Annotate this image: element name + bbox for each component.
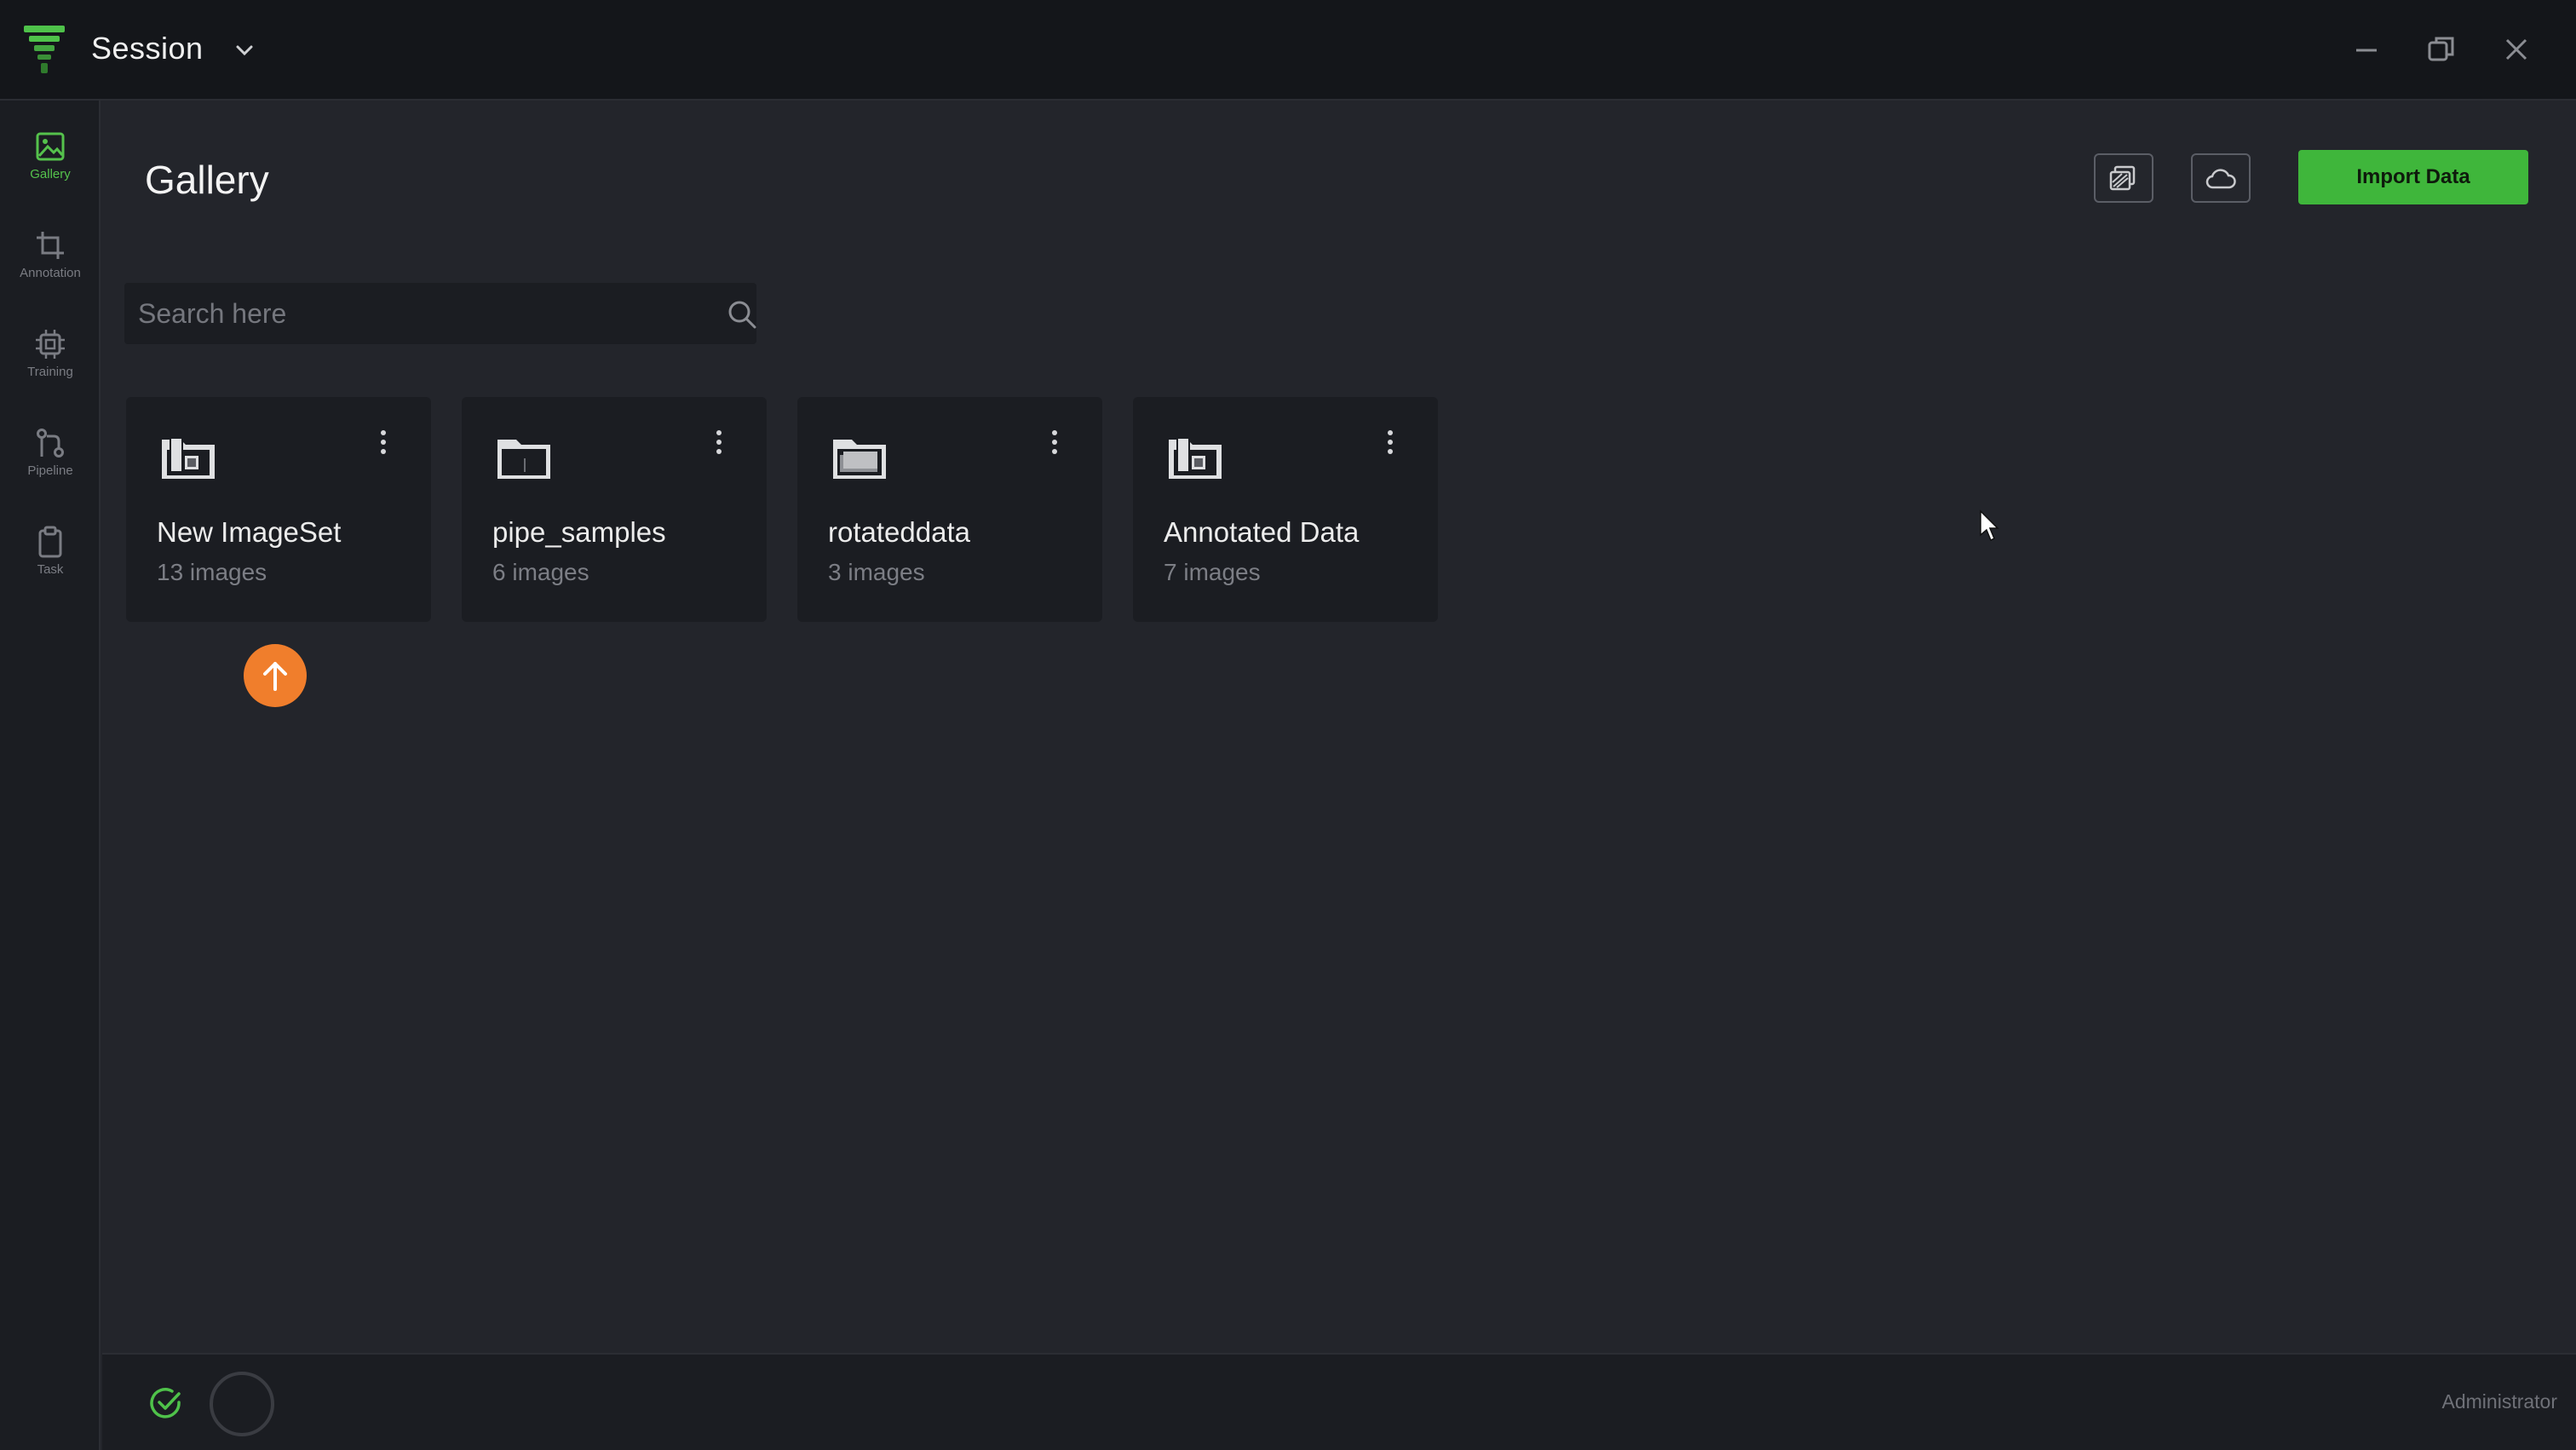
sidebar-item-label: Training [27,365,73,379]
dataset-card[interactable]: pipe_samples 6 images [462,397,767,622]
more-options-icon[interactable] [710,428,727,457]
more-options-icon[interactable] [1382,428,1399,457]
dataset-name: Annotated Data [1164,516,1360,548]
sidebar-item-label: Gallery [30,167,71,181]
mouse-cursor-icon [1980,509,1999,542]
main-content: Gallery Import Data Search here New Imag… [102,102,2576,1355]
arrow-up-icon [263,662,287,691]
cloud-icon [2205,169,2236,189]
sidebar-item-pipeline[interactable]: Pipeline [0,417,101,503]
upload-button[interactable] [244,644,307,707]
check-circle-icon [150,1388,181,1418]
more-options-icon[interactable] [1046,428,1063,457]
cloud-button[interactable] [2191,153,2251,203]
sidebar-item-label: Pipeline [27,463,73,478]
chip-icon [36,330,65,359]
dataset-image-count: 7 images [1164,559,1261,585]
image-stack-icon [2109,165,2136,191]
dataset-name: pipe_samples [492,516,666,548]
dataset-card[interactable]: Annotated Data 7 images [1133,397,1438,622]
dataset-card[interactable]: rotateddata 3 images [797,397,1102,622]
sidebar-item-label: Task [37,562,64,577]
sidebar-item-label: Annotation [20,266,81,280]
dataset-name: rotateddata [828,516,970,548]
search-icon[interactable] [726,298,758,331]
app-logo-icon [24,26,65,73]
import-data-button[interactable]: Import Data [2298,150,2528,204]
image-stack-button[interactable] [2094,153,2153,203]
crop-icon [37,232,64,259]
status-bar: Administrator [102,1353,2576,1450]
restore-icon[interactable] [2423,31,2460,68]
folder-images-icon [1169,437,1222,479]
title-bar: Session [0,0,2576,101]
minimize-icon[interactable] [2348,31,2385,68]
chevron-down-icon[interactable] [232,37,257,63]
page-title: Gallery [145,158,269,202]
folder-empty-icon [497,440,550,479]
close-icon[interactable] [2498,31,2535,68]
search-box [124,283,756,344]
user-name[interactable]: Administrator [2442,1390,2557,1413]
sidebar: Gallery Annotation Training Pipeline Tas… [0,101,101,1450]
sidebar-item-annotation[interactable]: Annotation [0,220,101,305]
clipboard-icon [38,526,62,558]
sidebar-item-gallery[interactable]: Gallery [0,121,101,206]
folder-images-icon [162,437,215,479]
dataset-image-count: 3 images [828,559,925,585]
dataset-image-count: 6 images [492,559,589,585]
sidebar-item-task[interactable]: Task [0,516,101,601]
sidebar-item-training[interactable]: Training [0,319,101,404]
loading-spinner [210,1372,274,1436]
session-title[interactable]: Session [91,31,204,66]
folder-open-icon [833,440,886,479]
dataset-name: New ImageSet [157,516,342,548]
gallery-icon [36,132,65,161]
dataset-card[interactable]: New ImageSet 13 images [126,397,431,622]
pipeline-icon [37,429,64,457]
search-input[interactable] [136,291,699,336]
more-options-icon[interactable] [375,428,392,457]
dataset-image-count: 13 images [157,559,267,585]
